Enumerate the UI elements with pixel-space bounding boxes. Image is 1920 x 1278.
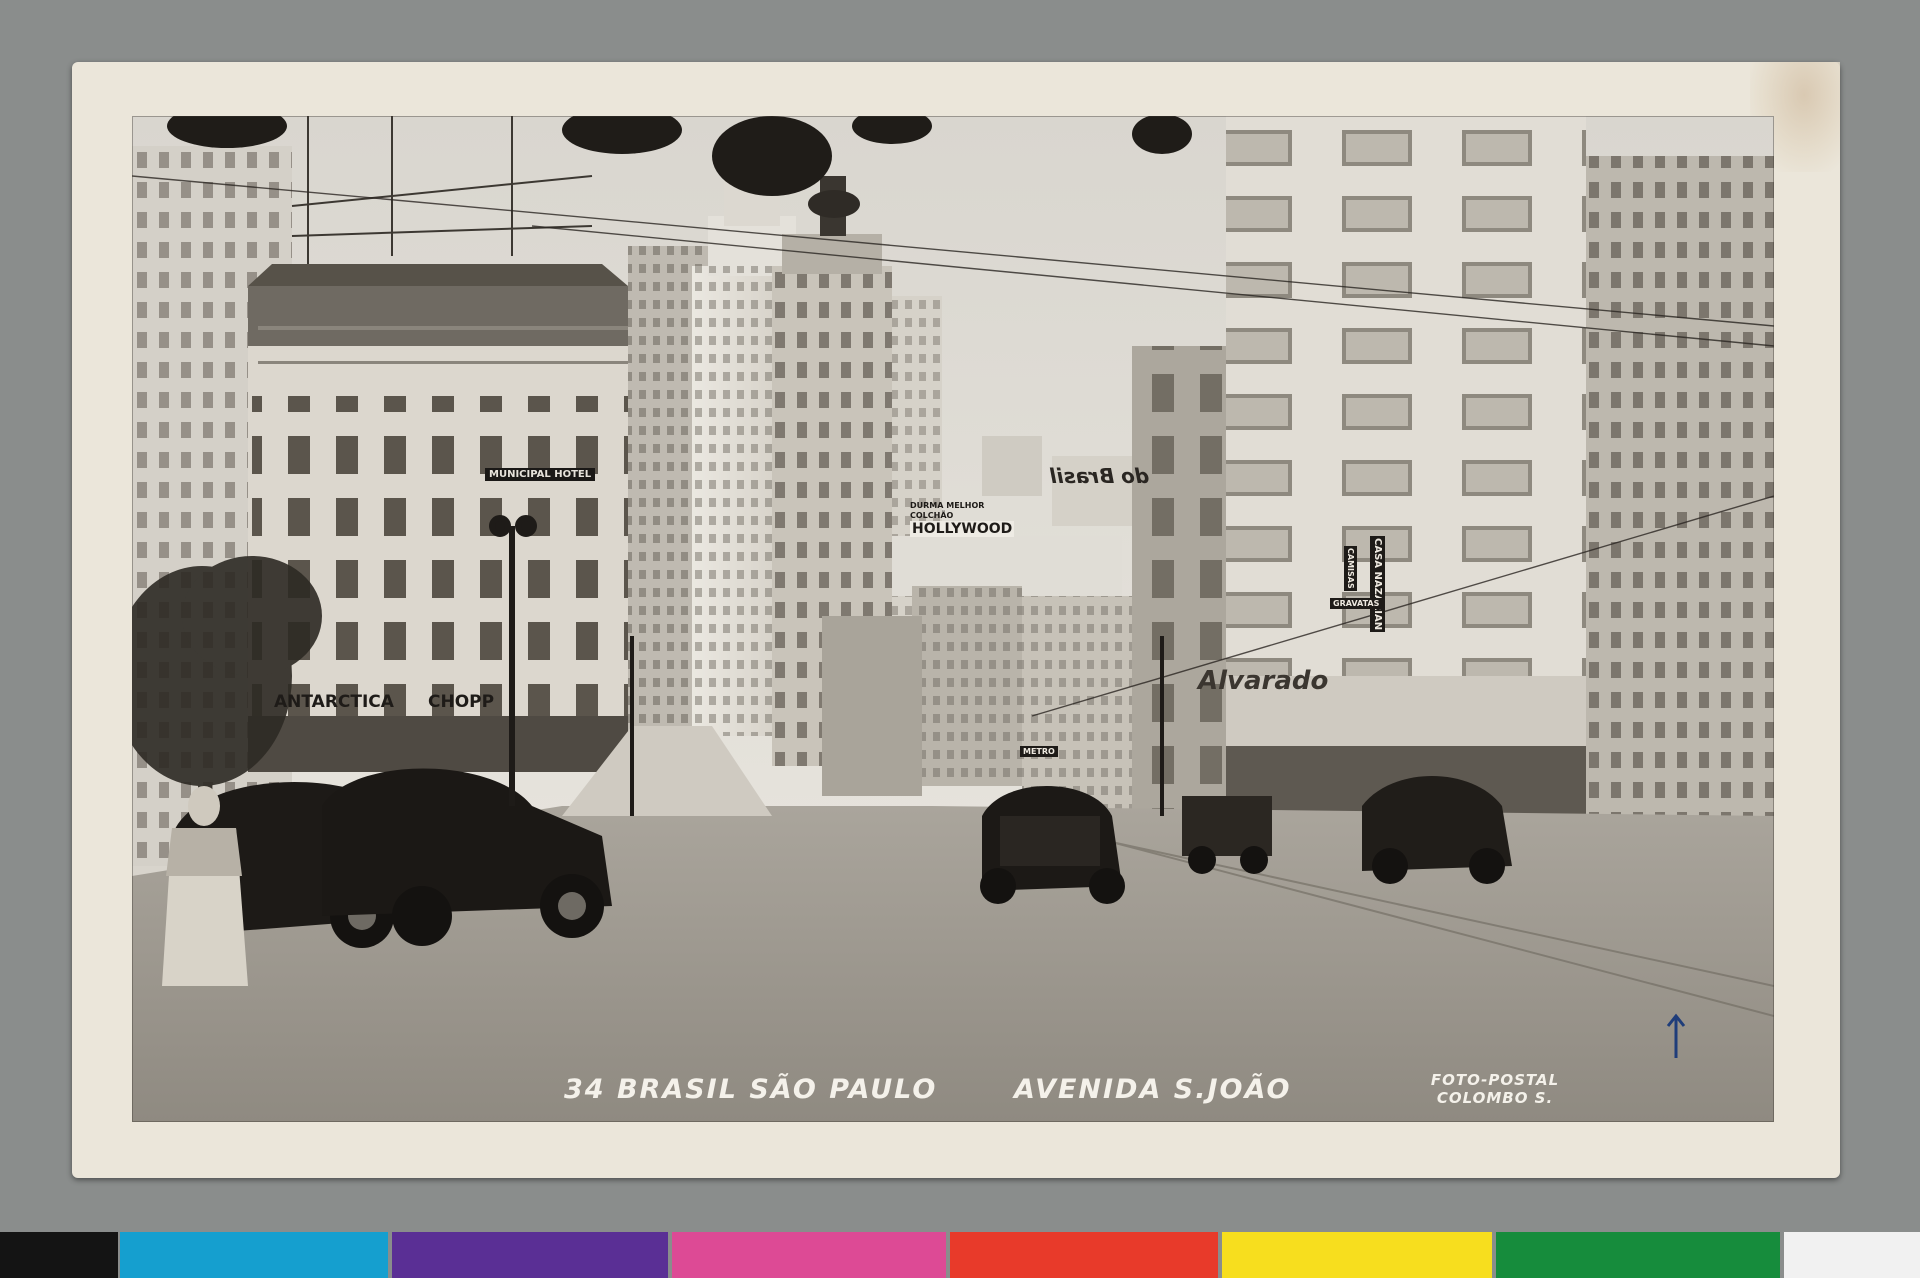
brasil-sign: do Brasil (1050, 464, 1150, 488)
chopp-sign: CHOPP (428, 692, 495, 712)
camisas-sign: CAMISAS (1344, 546, 1357, 591)
color-swatch (950, 1232, 1218, 1278)
ink-arrow-icon (1666, 1013, 1686, 1058)
photo-credit: FOTO-POSTAL COLOMBO S. (1420, 1071, 1570, 1107)
color-swatch (1496, 1232, 1780, 1278)
mansard-roof (248, 286, 628, 346)
colchao-sign: COLCHÃO (910, 511, 954, 520)
municipal-hotel-sign: MUNICIPAL HOTEL (485, 468, 596, 481)
color-swatch (1222, 1232, 1492, 1278)
credit-line-2: COLOMBO S. (1436, 1089, 1554, 1107)
color-swatch (392, 1232, 668, 1278)
color-swatch (120, 1232, 388, 1278)
durma-melhor-sign: DURMA MELHOR (910, 501, 985, 510)
casa-nazarian-sign: CASA NAZARIAN (1370, 536, 1385, 633)
credit-line-1: FOTO-POSTAL (1430, 1071, 1560, 1089)
color-swatch (0, 1232, 118, 1278)
alvarado-sign: Alvarado (1198, 666, 1329, 696)
hollywood-sign: HOLLYWOOD (910, 521, 1015, 537)
metro-sign: METRO (1020, 746, 1058, 757)
antarctica-sign: ANTARCTICA (274, 692, 394, 712)
caption-location: 34 BRASIL SÃO PAULO (564, 1074, 938, 1105)
caption-street: AVENIDA S.JOÃO (1014, 1074, 1292, 1105)
color-swatch (672, 1232, 946, 1278)
color-swatch (1784, 1232, 1920, 1278)
gravatas-sign: GRAVATAS (1330, 598, 1383, 609)
street-photograph: MUNICIPAL HOTEL ANTARCTICA CHOPP DURMA M… (132, 116, 1774, 1122)
scene-drawing (132, 116, 1774, 1122)
